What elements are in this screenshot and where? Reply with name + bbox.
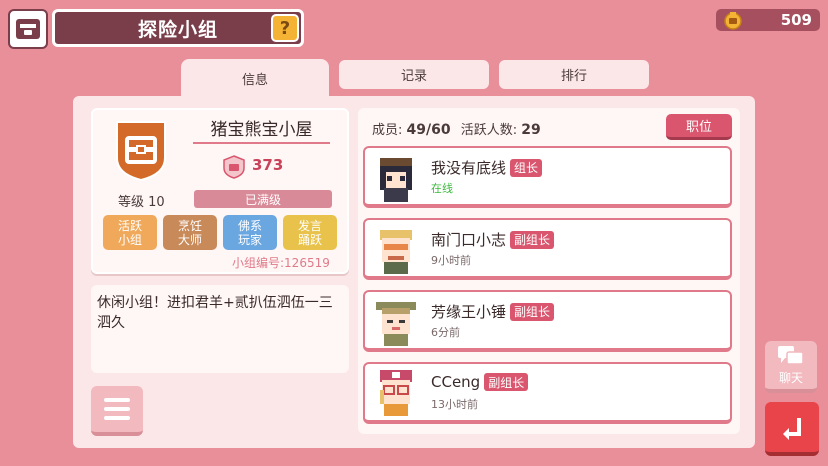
member-name-line: 芳缘王小锤 副组长 bbox=[431, 301, 555, 322]
group-score: 373 bbox=[252, 156, 284, 174]
tab-info-label: 信息 bbox=[241, 72, 268, 88]
menu-button[interactable] bbox=[91, 386, 143, 436]
menu-icon-line bbox=[104, 407, 130, 411]
member-status: 13小时前 bbox=[431, 398, 478, 411]
tab-ranking[interactable]: 排行 bbox=[499, 60, 649, 89]
tab-info[interactable]: 信息 bbox=[181, 59, 329, 97]
tab-ranking-label: 排行 bbox=[560, 69, 587, 84]
tag-cooking-master[interactable]: 烹饪 大师 bbox=[163, 215, 217, 250]
member-role-badge: 副组长 bbox=[484, 373, 529, 391]
menu-icon-line bbox=[104, 398, 130, 402]
tag-active-speaker[interactable]: 发言 踊跃 bbox=[283, 215, 337, 250]
coin-icon bbox=[722, 9, 744, 31]
tab-records[interactable]: 记录 bbox=[339, 60, 489, 89]
help-button[interactable]: ? bbox=[271, 14, 299, 42]
member-avatar[interactable] bbox=[370, 296, 422, 348]
group-logo-icon bbox=[8, 9, 48, 49]
group-description: 休闲小组！进扣君羊+贰扒伍泗伍一三泗久 bbox=[91, 285, 349, 373]
member-name-line: 南门口小志 副组长 bbox=[431, 229, 555, 250]
member-status: 6分前 bbox=[431, 326, 460, 339]
group-level: 等级 10 bbox=[118, 195, 165, 210]
member-role-badge: 副组长 bbox=[510, 302, 555, 321]
member-name: 我没有底线 bbox=[431, 159, 507, 177]
menu-icon-line bbox=[104, 416, 130, 420]
members-count-value: 49/60 bbox=[406, 122, 451, 138]
score-badge-icon bbox=[221, 154, 247, 180]
level-status-badge: 已满级 bbox=[194, 190, 332, 208]
members-summary: 成员: 49/60 活跃人数: 29 bbox=[372, 119, 541, 138]
back-arrow-icon bbox=[783, 418, 801, 440]
active-count-value: 29 bbox=[521, 122, 541, 138]
page-title: 探险小组 bbox=[52, 9, 304, 47]
member-status: 9小时前 bbox=[431, 254, 471, 267]
active-count-label: 活跃人数: bbox=[460, 123, 518, 138]
member-role-badge: 副组长 bbox=[510, 230, 555, 249]
chat-button[interactable]: 聊天 bbox=[765, 341, 817, 393]
member-role-badge: 组长 bbox=[510, 158, 543, 177]
chat-icon bbox=[778, 345, 804, 365]
member-status: 在线 bbox=[431, 182, 453, 195]
members-count-label: 成员: bbox=[372, 123, 403, 138]
chat-label: 聊天 bbox=[778, 370, 803, 385]
member-name: 南门口小志 bbox=[431, 231, 507, 249]
member-name: 芳缘王小锤 bbox=[431, 303, 507, 321]
member-avatar[interactable] bbox=[370, 152, 422, 204]
group-name: 猪宝熊宝小屋 bbox=[193, 116, 330, 144]
tab-records-label: 记录 bbox=[400, 69, 427, 84]
member-name-line: 我没有底线 组长 bbox=[431, 157, 543, 178]
member-avatar[interactable] bbox=[370, 366, 422, 418]
member-name-line: CCeng 副组长 bbox=[431, 373, 529, 391]
group-emblem-icon bbox=[113, 118, 169, 182]
tag-casual-player[interactable]: 佛系 玩家 bbox=[223, 215, 277, 250]
member-avatar[interactable] bbox=[370, 224, 422, 276]
member-name: CCeng bbox=[431, 373, 481, 391]
group-id: 小组编号:126519 bbox=[232, 256, 330, 270]
tag-active-group[interactable]: 活跃 小组 bbox=[103, 215, 157, 250]
back-button[interactable] bbox=[765, 402, 819, 456]
position-button[interactable]: 职位 bbox=[666, 114, 732, 140]
coin-value: 509 bbox=[780, 11, 812, 29]
